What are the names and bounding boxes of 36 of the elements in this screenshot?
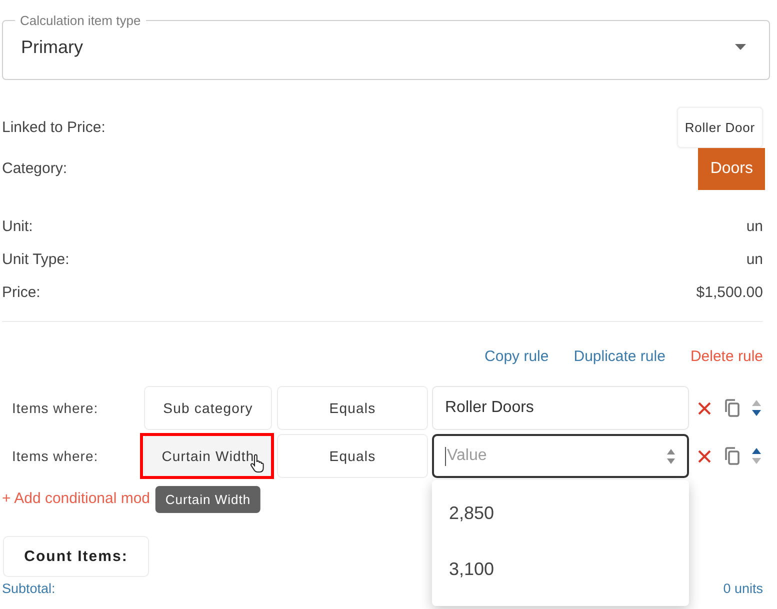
detail-label: Linked to Price: <box>2 118 106 136</box>
linked-price-chip[interactable]: Roller Door <box>676 107 763 148</box>
tooltip: Curtain Width <box>155 486 261 513</box>
detail-label: Unit: <box>2 218 33 236</box>
move-up-icon[interactable] <box>752 448 761 454</box>
copy-icon[interactable] <box>724 447 740 465</box>
detail-label: Price: <box>2 284 40 302</box>
delete-link[interactable]: Delete rule <box>690 347 763 367</box>
subtotal-label: Subtotal: <box>2 581 56 597</box>
move-down-icon[interactable] <box>752 410 761 416</box>
rule-link[interactable]: Duplicate rule <box>574 347 666 367</box>
detail-label: Category: <box>2 160 68 178</box>
field-button[interactable]: Sub category <box>144 386 272 430</box>
condition-label: Items where: <box>11 399 100 418</box>
detail-label: Unit Type: <box>2 250 70 268</box>
rule-link[interactable]: Copy rule <box>484 347 549 367</box>
value-input[interactable]: Roller Doors <box>432 386 689 430</box>
condition-label: Items where: <box>11 447 100 466</box>
detail-value: un <box>746 250 763 268</box>
count-items-button[interactable]: Count Items: <box>3 536 149 577</box>
dropdown-option[interactable]: 2,850 <box>432 485 689 541</box>
copy-icon[interactable] <box>724 399 740 417</box>
operator-button[interactable]: Equals <box>277 434 428 478</box>
dropdown-option[interactable]: 3,100 <box>432 541 689 597</box>
detail-value: un <box>746 218 763 236</box>
close-icon[interactable] <box>698 402 711 414</box>
category-tag: Doors <box>698 148 765 190</box>
dropdown-caret-icon <box>735 44 746 50</box>
detail-value: $1,500.00 <box>696 284 763 302</box>
close-icon[interactable] <box>698 450 711 462</box>
text-cursor-icon <box>445 446 446 466</box>
select-label: Calculation item type <box>15 13 146 29</box>
select-value: Primary <box>21 36 84 58</box>
subtotal-value: 0 units <box>723 581 763 597</box>
operator-button[interactable]: Equals <box>277 386 428 430</box>
up-down-caret-icon <box>666 448 676 464</box>
